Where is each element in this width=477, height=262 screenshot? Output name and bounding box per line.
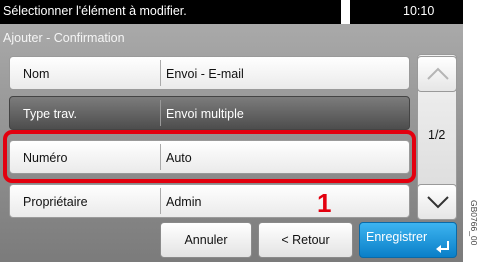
row-label: Propriétaire [23, 195, 88, 209]
chevron-down-icon [427, 196, 449, 209]
step-number: 1 [317, 188, 332, 218]
cancel-button[interactable]: Annuler [160, 222, 252, 258]
chevron-up-icon [427, 67, 449, 80]
row-label: Nom [23, 67, 50, 81]
row-value: Admin [166, 195, 202, 209]
image-code: GB0766_00 [469, 200, 477, 246]
save-label: Enregistrer [366, 230, 428, 244]
status-message: Sélectionner l'élément à modifier. [3, 4, 187, 18]
save-button[interactable]: Enregistrer [359, 222, 457, 258]
status-bar: Sélectionner l'élément à modifier. 10:10 [0, 0, 463, 24]
status-time: 10:10 [403, 4, 435, 18]
scroll-down-button[interactable] [417, 184, 457, 220]
back-button[interactable]: < Retour [258, 222, 353, 258]
page-title: Ajouter - Confirmation [3, 31, 125, 45]
row-divider [160, 100, 161, 126]
row-name[interactable]: Nom Envoi - E-mail [9, 56, 410, 90]
row-value: Envoi multiple [166, 107, 244, 121]
row-job-type: Type trav. Envoi multiple [9, 96, 410, 130]
row-divider [160, 188, 161, 214]
enter-arrow-icon [436, 241, 449, 253]
status-separator [341, 0, 350, 24]
row-owner[interactable]: Propriétaire Admin [9, 184, 410, 218]
scroll-up-button[interactable] [417, 56, 457, 92]
row-divider [160, 60, 161, 86]
highlight-frame [3, 130, 416, 183]
page-indicator: 1/2 [428, 128, 446, 142]
row-label: Type trav. [23, 107, 77, 121]
row-value: Envoi - E-mail [166, 67, 244, 81]
